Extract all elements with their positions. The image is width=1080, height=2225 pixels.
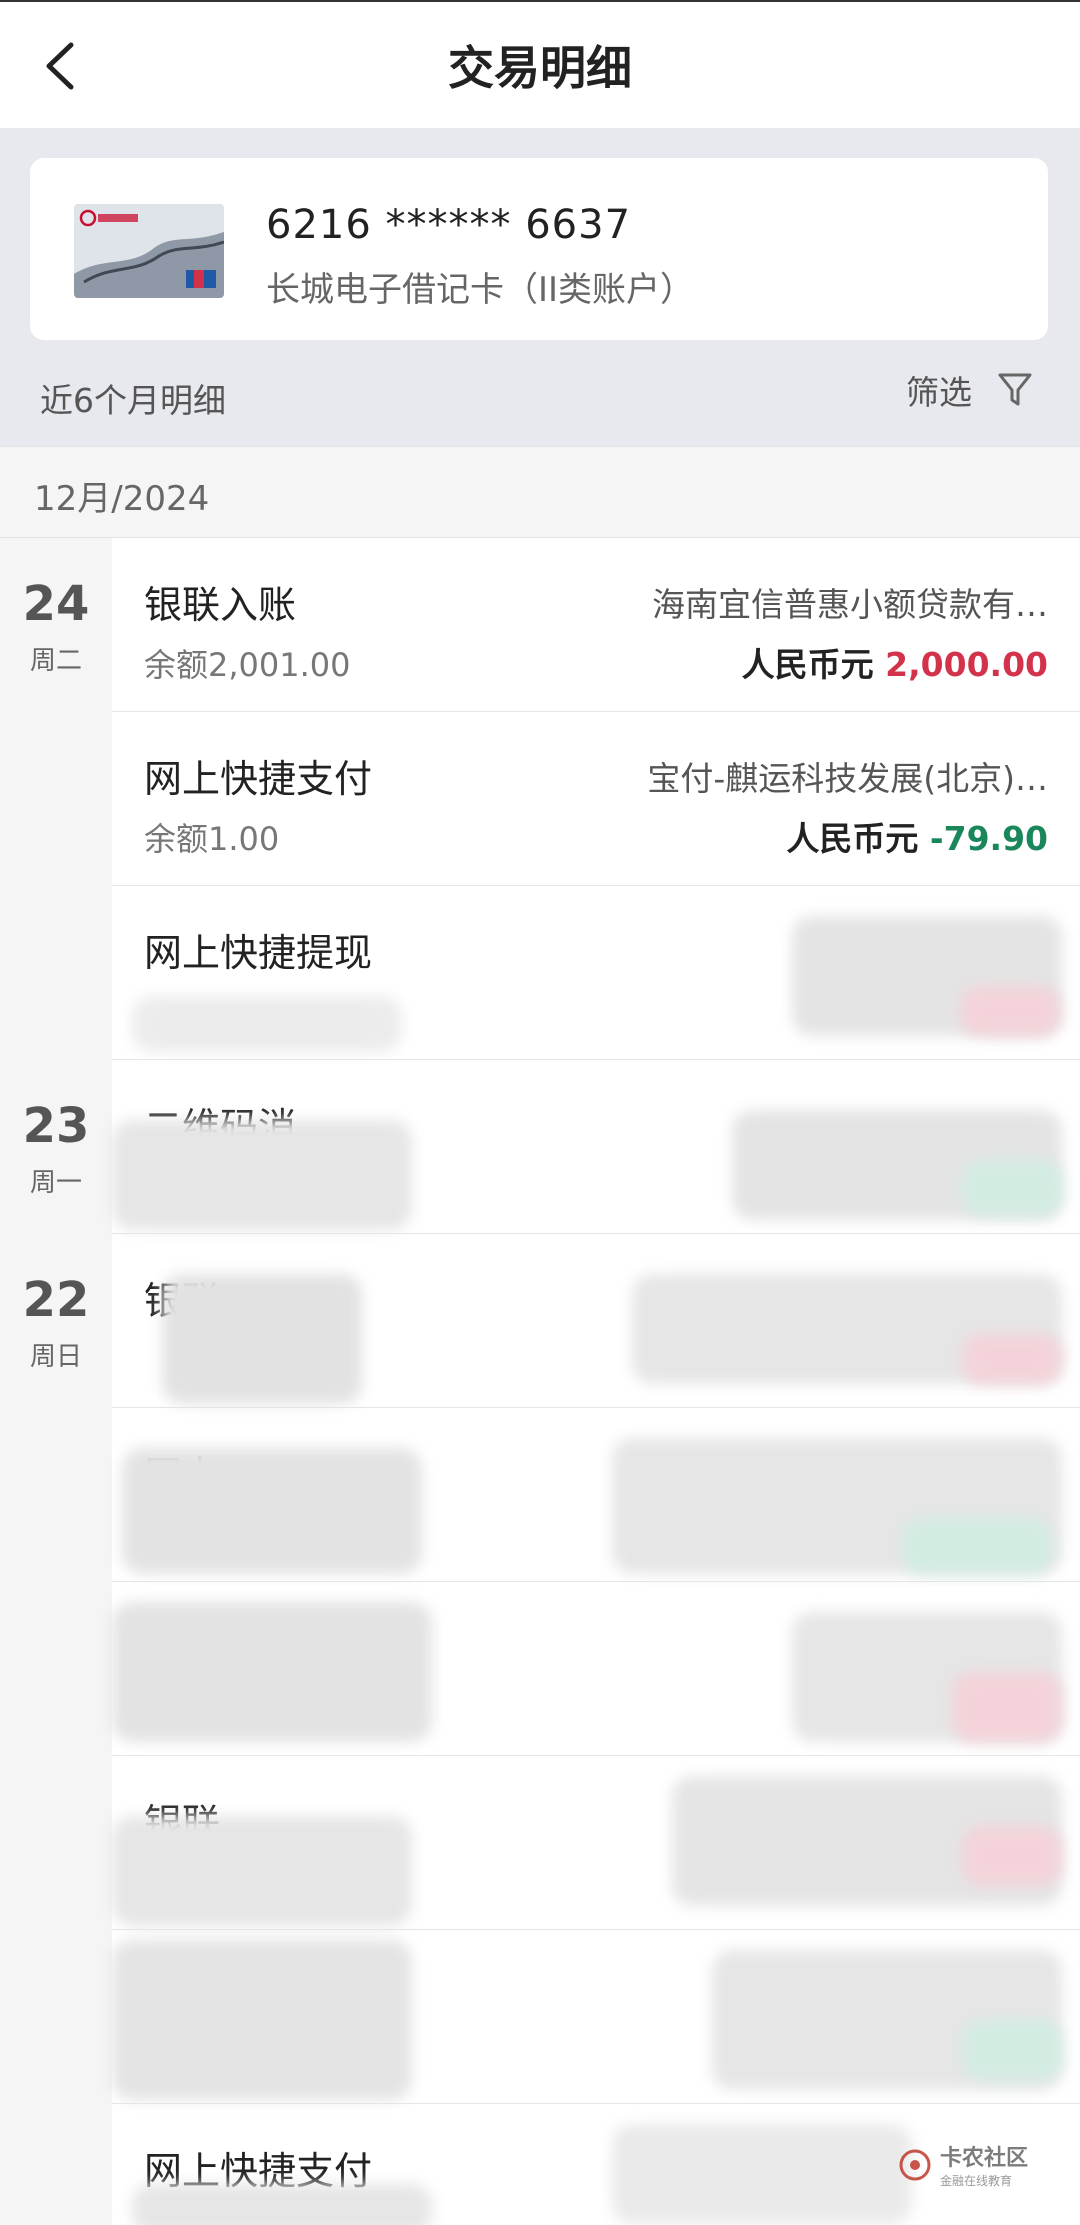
redacted-region [902,1518,1052,1574]
redacted-region [162,1274,362,1404]
day-number: 23 [22,1098,90,1154]
weekday: 周一 [29,1168,82,1198]
watermark-logo-icon [899,2149,931,2180]
transaction-type: 银联入账 [144,583,297,627]
period-label: 近6个月明细 [40,381,226,420]
transaction-rows: 银联入账 余额2,001.00 海南宜信普惠小额贷款有… 人民币元 2,000.… [112,538,1080,2225]
day-number: 24 [22,576,90,632]
redacted-region [960,986,1060,1036]
watermark-text: 卡农社区 [939,2146,1028,2171]
transaction-amount-line: 人民币元 -79.90 [786,812,1048,860]
transaction-row[interactable]: 银联 [112,1234,1080,1408]
redacted-region [132,996,402,1052]
currency-label: 人民币元 [786,819,919,858]
transaction-balance: 余额1.00 [144,820,280,858]
redacted-region [112,1816,412,1926]
month-label: 12月/2024 [34,479,210,519]
transaction-row[interactable]: 网上 [112,1408,1080,1582]
counterparty: 海南宜信普惠小额贷款有… [652,585,1048,624]
date-block: 23 周一 [0,1098,112,1199]
page-title: 交易明细 [448,41,632,95]
transaction-type: 网上快捷支付 [144,757,373,801]
transaction-list: 24 周二 23 周一 22 周日 银联入账 余额2,001.00 海南宜信普惠… [0,538,1080,2225]
transaction-row[interactable]: 网上快捷提现 [112,886,1080,1060]
transaction-amount-line: 人民币元 2,000.00 [742,638,1048,686]
community-watermark: 卡农社区 金融在线教育 [898,2140,1028,2189]
transaction-type: 网上快捷提现 [144,931,373,975]
transaction-amount: 2,000.00 [885,645,1048,684]
redacted-region [962,2020,1062,2080]
redacted-region [132,2184,432,2225]
card-type: 长城电子借记卡（II类账户） [266,270,695,310]
day-number: 22 [22,1272,90,1328]
bank-card-image [74,204,224,298]
redacted-region [112,1602,432,1742]
transaction-row[interactable]: 银联 [112,1756,1080,1930]
weekday: 周日 [29,1342,82,1372]
transaction-row[interactable]: 入账 [112,1582,1080,1756]
counterparty: 宝付-麒运科技发展(北京)… [647,759,1048,798]
top-bar: 交易明细 [0,0,1080,128]
account-card[interactable]: 6216 ****** 6637 长城电子借记卡（II类账户） [30,158,1048,340]
transaction-row[interactable]: 银联入账 余额2,001.00 海南宜信普惠小额贷款有… 人民币元 2,000.… [112,538,1080,712]
date-column: 24 周二 23 周一 22 周日 [0,538,112,2225]
transaction-balance: 余额2,001.00 [144,646,351,684]
card-number: 6216 ****** 6637 [266,202,632,248]
filter-label: 筛选 [906,373,972,412]
redacted-region [612,2124,912,2224]
weekday: 周二 [29,646,82,676]
date-block: 22 周日 [0,1272,112,1373]
redacted-region [962,1826,1062,1886]
transaction-row[interactable]: 二 [112,1930,1080,2104]
transaction-amount: -79.90 [929,819,1048,858]
transaction-row[interactable]: 二维码消 [112,1060,1080,1234]
redacted-region [962,1334,1062,1384]
filter-icon [998,373,1032,406]
watermark-subtext: 金融在线教育 [939,2174,1012,2188]
redacted-region [112,1940,412,2100]
month-header: 12月/2024 [0,446,1080,538]
transaction-row[interactable]: 网上快捷支付 余额1.00 宝付-麒运科技发展(北京)… 人民币元 -79.90 [112,712,1080,886]
currency-label: 人民币元 [741,645,874,684]
date-block: 24 周二 [0,576,112,677]
back-icon[interactable] [30,36,90,96]
redacted-region [962,1160,1062,1216]
filter-button[interactable]: 筛选 [906,366,1032,414]
redacted-region [112,1120,412,1230]
redacted-region [952,1672,1062,1742]
redacted-region [122,1448,422,1574]
